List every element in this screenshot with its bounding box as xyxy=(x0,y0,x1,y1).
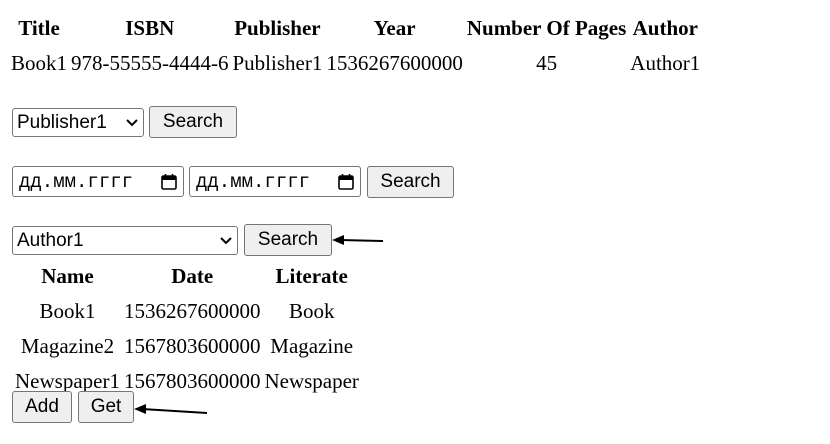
author-search-button[interactable]: Search xyxy=(244,224,332,256)
header-title: Title xyxy=(18,16,60,40)
get-button[interactable]: Get xyxy=(78,391,134,423)
literature-table: Name Date Literate Book1 1536267600000 B… xyxy=(12,258,362,400)
publisher-select-value: Publisher1 xyxy=(17,111,107,133)
cell-literate: Magazine xyxy=(270,334,354,358)
date-search-button[interactable]: Search xyxy=(367,166,454,198)
header-publisher: Publisher xyxy=(234,16,321,40)
table-row: Book1 1536267600000 Book xyxy=(14,295,360,328)
header-date: Date xyxy=(171,264,214,288)
chevron-down-icon xyxy=(126,118,138,126)
date-from-placeholder: дд.мм.гггг xyxy=(19,170,134,193)
cell-publisher: Publisher1 xyxy=(232,51,323,75)
add-button[interactable]: Add xyxy=(12,391,72,423)
literature-table-header-row: Name Date Literate xyxy=(14,260,360,293)
header-year: Year xyxy=(373,16,416,40)
date-to-input[interactable]: дд.мм.гггг xyxy=(189,166,361,197)
cell-name: Book1 xyxy=(39,299,96,323)
header-author: Author xyxy=(632,16,698,40)
cell-date: 1536267600000 xyxy=(123,299,261,323)
cell-date: 1567803600000 xyxy=(123,334,261,358)
header-name: Name xyxy=(41,264,94,288)
calendar-icon[interactable] xyxy=(337,173,355,191)
publisher-search-button[interactable]: Search xyxy=(149,106,237,138)
header-literate: Literate xyxy=(275,264,348,288)
arrow-left-icon xyxy=(134,404,208,414)
calendar-icon[interactable] xyxy=(160,173,178,191)
cell-name: Magazine2 xyxy=(20,334,115,358)
cell-author: Author1 xyxy=(630,51,701,75)
header-isbn: ISBN xyxy=(125,16,175,40)
cell-date: 1567803600000 xyxy=(123,369,261,393)
arrow-left-icon xyxy=(332,235,384,245)
author-select[interactable]: Author1 xyxy=(12,226,238,255)
cell-pages: 45 xyxy=(536,51,558,75)
cell-literate: Book xyxy=(288,299,335,323)
date-to-placeholder: дд.мм.гггг xyxy=(196,170,311,193)
publisher-select[interactable]: Publisher1 xyxy=(12,108,144,137)
author-select-value: Author1 xyxy=(17,229,84,251)
table-row: Magazine2 1567803600000 Magazine xyxy=(14,330,360,363)
books-table-header-row: Title ISBN Publisher Year Number Of Page… xyxy=(10,12,701,45)
cell-title: Book1 xyxy=(11,51,68,75)
chevron-down-icon xyxy=(220,236,232,244)
cell-isbn: 978-55555-4444-6 xyxy=(71,51,229,75)
cell-year: 1536267600000 xyxy=(326,51,463,75)
table-row: Book1 978-55555-4444-6 Publisher1 153626… xyxy=(10,47,701,80)
books-table: Title ISBN Publisher Year Number Of Page… xyxy=(8,10,703,82)
cell-literate: Newspaper xyxy=(264,369,359,393)
header-number-of-pages: Number Of Pages xyxy=(466,16,627,40)
date-from-input[interactable]: дд.мм.гггг xyxy=(12,166,184,197)
